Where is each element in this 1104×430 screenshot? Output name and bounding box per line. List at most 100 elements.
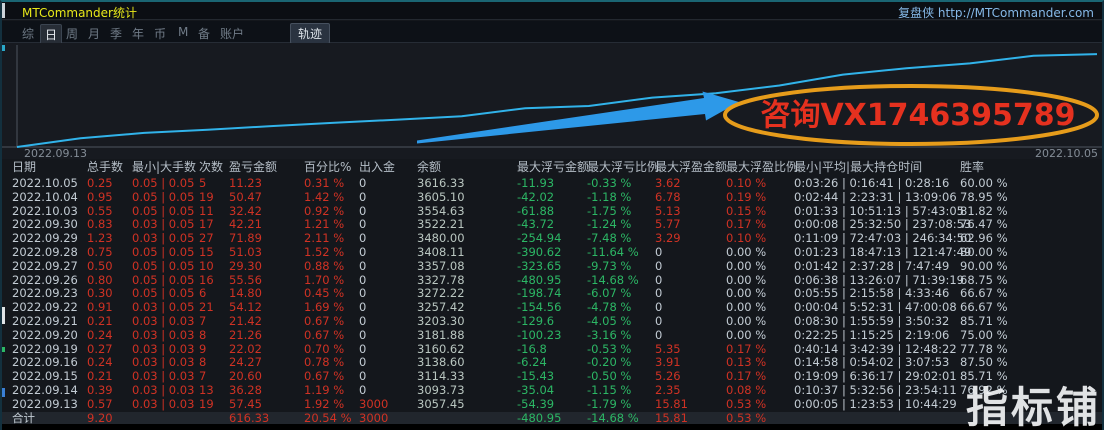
col-header-minmax-lots[interactable]: 最小|大手数 (132, 157, 199, 177)
cell-balance: 3181.88 (417, 329, 517, 343)
cell-balance: 3554.63 (417, 205, 517, 219)
col-header-balance[interactable]: 余额 (417, 157, 517, 177)
table-row[interactable]: 2022.09.220.910.03 | 0.052154.121.69 %03… (2, 301, 1104, 315)
table-row[interactable]: 2022.09.160.240.03 | 0.03824.270.78 %031… (2, 356, 1104, 370)
col-header-date[interactable]: 日期 (12, 157, 87, 177)
table-row[interactable]: 2022.09.140.390.03 | 0.031336.281.19 %03… (2, 384, 1104, 398)
cell-minmax-lots: 0.05 | 0.05 (132, 246, 199, 260)
table-row[interactable]: 2022.10.030.550.05 | 0.051132.420.92 %03… (2, 205, 1104, 219)
cell-count: 27 (199, 232, 229, 246)
table-row[interactable]: 2022.10.050.250.05 | 0.05511.230.31 %036… (2, 177, 1104, 191)
menu-item-zong[interactable]: 综 (18, 24, 38, 43)
cell-cashflow: 0 (359, 218, 417, 232)
brand-link[interactable]: 复盘侠 http://MTCommander.com (898, 4, 1094, 21)
cell-max-float-loss-pct: -1.24 % (587, 218, 655, 232)
title-bar: MTCommander统计 复盘侠 http://MTCommander.com (2, 2, 1102, 20)
cell-total-lots: 0.24 (87, 329, 132, 343)
cell-max-float-profit: 15.81 (655, 398, 726, 412)
menu-item-quarter[interactable]: 季 (106, 24, 126, 43)
cell-win-rate: 85.71 % (960, 370, 1104, 384)
cell-max-float-loss: -42.02 (517, 191, 587, 205)
table-row[interactable]: 2022.09.260.800.05 | 0.051655.561.70 %03… (2, 274, 1104, 288)
table-row[interactable]: 2022.09.130.570.03 | 0.031957.451.92 %30… (2, 398, 1104, 412)
cell-win-rate: 76.47 % (960, 218, 1104, 232)
watermark: 指标铺 (966, 387, 1101, 429)
cell-max-float-loss-pct: -14.68 % (587, 274, 655, 288)
cell-hold-time: 0:01:23 | 18:47:13 | 121:47:49 (794, 246, 960, 260)
table-row[interactable]: 2022.09.300.830.03 | 0.051742.211.21 %03… (2, 218, 1104, 232)
cell-count: 13 (199, 384, 229, 398)
cell-total-lots: 0.30 (87, 287, 132, 301)
menu-item-month[interactable]: 月 (84, 24, 104, 43)
cell-total-lots: 0.21 (87, 370, 132, 384)
cell-minmax-lots: 0.05 | 0.05 (132, 260, 199, 274)
col-header-count[interactable]: 次数 (199, 157, 229, 177)
cell-count: 5 (199, 177, 229, 191)
cell-max-float-profit-pct: 0.00 % (726, 274, 794, 288)
cell-percent: 0.45 % (304, 287, 359, 301)
table-row[interactable]: 2022.09.200.240.03 | 0.03821.260.67 %031… (2, 329, 1104, 343)
cell-pnl: 54.12 (229, 301, 304, 315)
table-row[interactable]: 2022.09.270.500.05 | 0.051029.300.88 %03… (2, 260, 1104, 274)
cell-win-rate: 66.67 % (960, 301, 1104, 315)
cell-percent: 0.88 % (304, 260, 359, 274)
col-header-max-float-profit[interactable]: 最大浮盈金额 (655, 157, 726, 177)
cell-max-float-profit: 5.26 (655, 370, 726, 384)
menu-item-m[interactable]: M (174, 24, 192, 40)
col-header-max-float-loss[interactable]: 最大浮亏金额 (517, 157, 587, 177)
bottom-strip (2, 424, 1102, 430)
cell-win-rate: 81.82 % (960, 205, 1104, 219)
cell-date: 2022.09.29 (12, 232, 87, 246)
menu-item-day[interactable]: 日 (40, 24, 62, 45)
cell-max-float-loss-pct: -0.20 % (587, 356, 655, 370)
col-header-total-lots[interactable]: 总手数 (87, 157, 132, 177)
cell-hold-time: 0:06:38 | 13:26:07 | 71:39:19 (794, 274, 960, 288)
cell-percent: 1.70 % (304, 274, 359, 288)
cell-count: 7 (199, 315, 229, 329)
cell-cashflow: 0 (359, 329, 417, 343)
cell-date: 2022.09.16 (12, 356, 87, 370)
cell-total-lots: 0.21 (87, 315, 132, 329)
table-row[interactable]: 2022.10.040.950.05 | 0.051950.471.42 %03… (2, 191, 1104, 205)
cell-hold-time: 0:11:09 | 72:47:03 | 246:34:50 (794, 232, 960, 246)
cell-pnl: 14.80 (229, 287, 304, 301)
cell-win-rate: 78.95 % (960, 191, 1104, 205)
table-row[interactable]: 2022.09.230.300.05 | 0.05614.800.45 %032… (2, 287, 1104, 301)
table-row[interactable]: 2022.09.190.270.03 | 0.03922.020.70 %031… (2, 343, 1104, 357)
cell-minmax-lots: 0.03 | 0.03 (132, 384, 199, 398)
cell-max-float-profit-pct: 0.15 % (726, 205, 794, 219)
col-header-percent[interactable]: 百分比% (304, 157, 359, 177)
cell-max-float-loss: -480.95 (517, 274, 587, 288)
cell-pnl: 32.42 (229, 205, 304, 219)
menu-item-year[interactable]: 年 (128, 24, 148, 43)
cell-total-lots: 0.75 (87, 246, 132, 260)
table-row[interactable]: 2022.09.210.210.03 | 0.03721.420.67 %032… (2, 315, 1104, 329)
table-row[interactable]: 2022.09.291.230.03 | 0.052771.892.11 %03… (2, 232, 1104, 246)
cell-percent: 1.69 % (304, 301, 359, 315)
cell-pnl: 42.21 (229, 218, 304, 232)
menu-item-backup[interactable]: 备 (194, 24, 214, 43)
table-row[interactable]: 2022.09.280.750.05 | 0.051551.031.52 %03… (2, 246, 1104, 260)
menu-item-currency[interactable]: 币 (150, 24, 170, 43)
cell-cashflow: 0 (359, 370, 417, 384)
cell-max-float-loss: -254.94 (517, 232, 587, 246)
menu-item-account[interactable]: 账户 (216, 24, 248, 43)
trail-button[interactable]: 轨迹 (290, 23, 330, 44)
cell-max-float-loss-pct: -1.79 % (587, 398, 655, 412)
cell-count: 16 (199, 274, 229, 288)
table-row[interactable]: 2022.09.150.210.03 | 0.03720.600.67 %031… (2, 370, 1104, 384)
menu-item-week[interactable]: 周 (62, 24, 82, 43)
cell-date: 2022.09.19 (12, 343, 87, 357)
cell-pnl: 11.23 (229, 177, 304, 191)
col-header-cashflow[interactable]: 出入金 (359, 157, 417, 177)
cell-count: 9 (199, 343, 229, 357)
cell-max-float-loss-pct: -1.75 % (587, 205, 655, 219)
col-header-max-float-profit-pct[interactable]: 最大浮盈比例 (726, 157, 794, 177)
table-body: 2022.10.050.250.05 | 0.05511.230.31 %036… (2, 177, 1104, 425)
col-header-hold-time[interactable]: 最小|平均|最大持仓时间 (794, 157, 960, 177)
col-header-pnl[interactable]: 盈亏金额 (229, 157, 304, 177)
col-header-win-rate[interactable]: 胜率 (960, 157, 1104, 177)
col-header-max-float-loss-pct[interactable]: 最大浮亏比例 (587, 157, 655, 177)
cell-minmax-lots: 0.03 | 0.03 (132, 356, 199, 370)
cell-max-float-profit: 3.62 (655, 177, 726, 191)
